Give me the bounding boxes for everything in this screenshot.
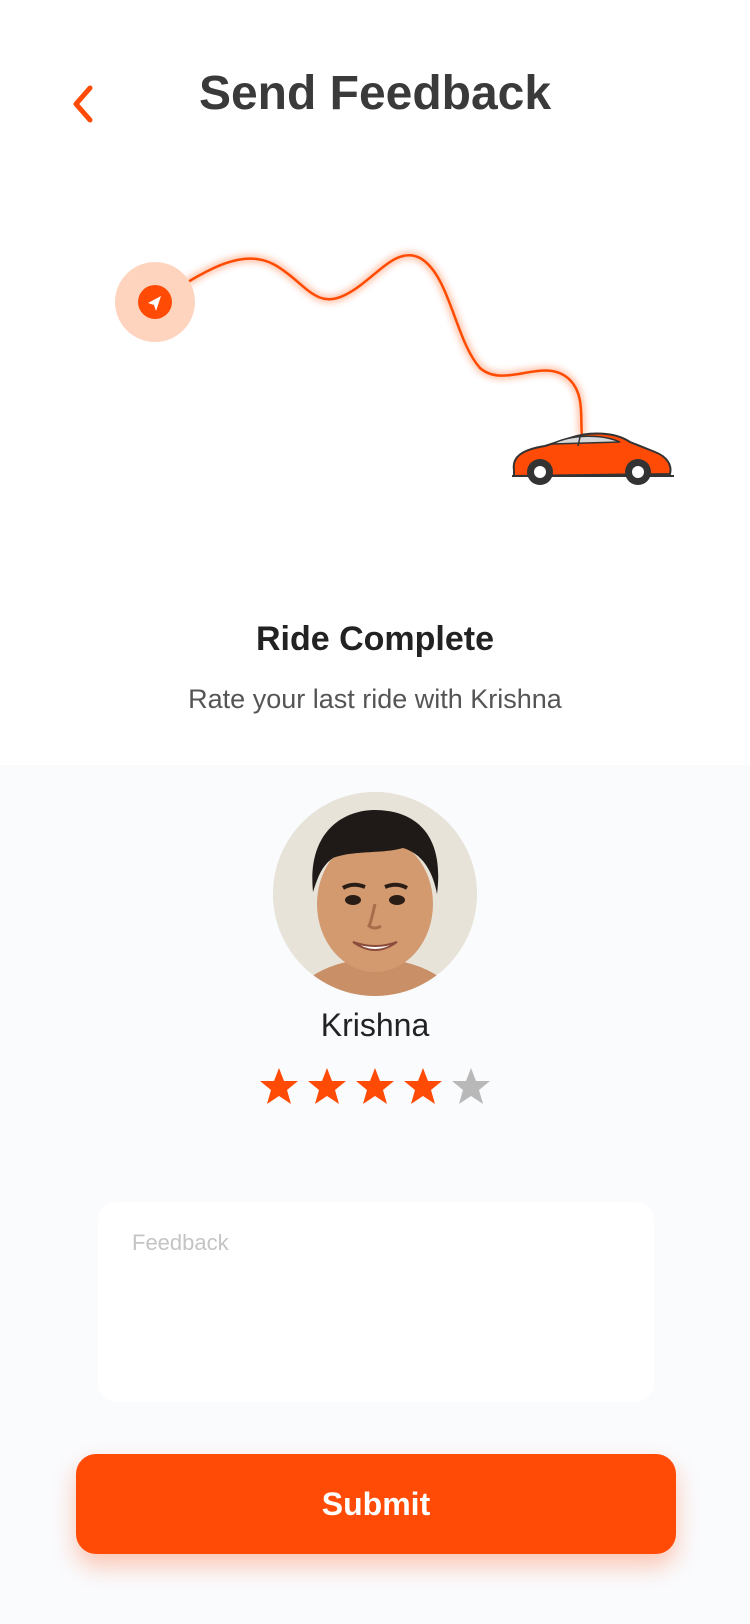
star-icon[interactable] <box>355 1066 395 1106</box>
route-path <box>154 254 584 437</box>
ride-complete-title: Ride Complete <box>255 620 495 658</box>
star-icon[interactable] <box>451 1066 491 1106</box>
header: Send Feedback <box>0 0 750 190</box>
route-illustration <box>115 254 674 485</box>
star-icon[interactable] <box>307 1066 347 1106</box>
ride-subtitle: Rate your last ride with Krishna <box>188 684 562 714</box>
submit-button[interactable]: Submit <box>76 1454 676 1554</box>
star-icon[interactable] <box>259 1066 299 1106</box>
star-rating[interactable] <box>0 1066 750 1106</box>
page-title: Send Feedback <box>198 67 552 120</box>
driver-name: Krishna <box>320 1007 430 1043</box>
driver-avatar <box>273 792 477 996</box>
star-icon[interactable] <box>403 1066 443 1106</box>
feedback-input[interactable] <box>98 1202 654 1402</box>
car-icon <box>512 432 674 485</box>
start-location-icon <box>115 262 195 342</box>
